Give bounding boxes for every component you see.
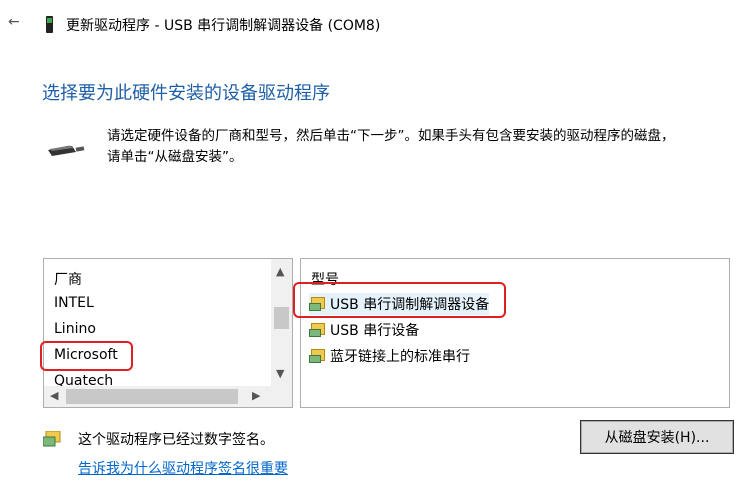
manufacturer-item[interactable]: Linino (54, 321, 96, 337)
model-item[interactable]: 蓝牙链接上的标准串行 (309, 345, 470, 367)
manufacturer-list[interactable]: 厂商 INTEL Linino Microsoft Quatech ▲ ▼ ◀ … (43, 258, 293, 408)
instruction-line-1: 请选定硬件设备的厂商和型号，然后单击“下一步”。如果手头有包含要安装的驱动程序的… (107, 128, 675, 144)
scroll-left-icon[interactable]: ◀ (50, 389, 58, 402)
model-label: 蓝牙链接上的标准串行 (330, 349, 470, 365)
scroll-down-icon[interactable]: ▼ (276, 367, 284, 380)
driver-icon (309, 348, 326, 364)
instruction-text: 请选定硬件设备的厂商和型号，然后单击“下一步”。如果手头有包含要安装的驱动程序的… (107, 126, 737, 168)
highlight-microsoft (40, 341, 133, 371)
device-manager-icon (46, 16, 53, 33)
have-disk-button[interactable]: 从磁盘安装(H)... (580, 420, 734, 454)
driver-icon (309, 322, 326, 338)
scroll-up-icon[interactable]: ▲ (276, 265, 284, 278)
signed-driver-icon (43, 431, 61, 447)
page-heading: 选择要为此硬件安装的设备驱动程序 (42, 83, 330, 104)
signature-info-link[interactable]: 告诉我为什么驱动程序签名很重要 (78, 458, 288, 478)
horizontal-scroll-thumb[interactable] (66, 389, 238, 404)
scroll-thumb[interactable] (274, 307, 289, 329)
highlight-usb-modem (293, 282, 506, 318)
vertical-scrollbar[interactable]: ▲ ▼ (271, 259, 292, 387)
horizontal-scrollbar[interactable]: ◀ ▶ (44, 386, 292, 407)
window-title: 更新驱动程序 - USB 串行调制解调器设备 (COM8) (66, 18, 381, 34)
scroll-right-icon[interactable]: ▶ (252, 389, 260, 402)
signature-status: 这个驱动程序已经过数字签名。 (78, 432, 274, 448)
instruction-line-2: 请单击“从磁盘安装”。 (107, 149, 243, 165)
model-list[interactable]: 型号 USB 串行调制解调器设备 USB 串行设备 蓝牙链接上的标准串行 (300, 258, 730, 408)
modem-cable-icon (48, 145, 85, 156)
model-label: USB 串行设备 (330, 323, 420, 339)
back-arrow-icon[interactable]: ← (8, 14, 20, 30)
model-item[interactable]: USB 串行设备 (309, 319, 419, 341)
manufacturer-header: 厂商 (54, 272, 82, 288)
manufacturer-item[interactable]: INTEL (54, 295, 94, 311)
